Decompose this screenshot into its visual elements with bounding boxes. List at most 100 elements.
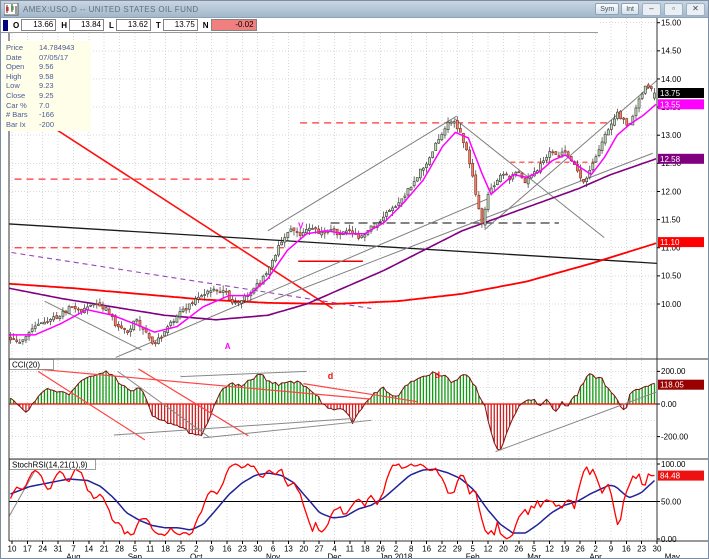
svg-text:StochRSI(14,21(1),9): StochRSI(14,21(1),9) xyxy=(12,461,88,470)
svg-text:Aug: Aug xyxy=(66,553,80,559)
quote-label-O: O xyxy=(13,21,19,30)
svg-text:CCI(20): CCI(20) xyxy=(12,361,40,370)
svg-text:May: May xyxy=(665,553,680,559)
svg-text:200.00: 200.00 xyxy=(661,367,686,376)
svg-text:Apr: Apr xyxy=(589,553,602,559)
svg-text:30: 30 xyxy=(653,545,662,554)
svg-text:31: 31 xyxy=(54,545,63,554)
info-row: Low9.23 xyxy=(6,81,88,91)
window-title: AMEX:USO,D -- UNITED STATES OIL FUND xyxy=(23,5,593,14)
info-row: Car %7.0 xyxy=(6,101,88,111)
svg-text:20: 20 xyxy=(299,545,308,554)
svg-text:Sep: Sep xyxy=(128,553,143,559)
close-button[interactable]: ✕ xyxy=(686,3,705,16)
svg-text:14: 14 xyxy=(84,545,93,554)
svg-text:10: 10 xyxy=(8,545,17,554)
svg-text:11: 11 xyxy=(346,545,355,554)
svg-text:16: 16 xyxy=(223,545,232,554)
info-label: Bar Ix xyxy=(6,120,39,130)
svg-text:Feb: Feb xyxy=(466,553,480,559)
svg-text:10.50: 10.50 xyxy=(661,272,682,281)
svg-text:9: 9 xyxy=(609,545,614,554)
info-row: Close9.25 xyxy=(6,91,88,101)
svg-text:12.58: 12.58 xyxy=(660,155,681,164)
svg-text:26: 26 xyxy=(576,545,585,554)
info-label: Open xyxy=(6,62,39,72)
cursor-info-panel: Price14.784943Date07/05/17Open9.56High9.… xyxy=(3,41,91,131)
svg-text:0.00: 0.00 xyxy=(661,535,677,544)
sym-button[interactable]: Sym xyxy=(595,3,619,15)
chart-window: AVddCCI(20)StochRSI(14,21(1),9)15.0014.5… xyxy=(0,0,709,559)
svg-text:11.10: 11.10 xyxy=(660,238,680,247)
svg-text:Jan 2018: Jan 2018 xyxy=(379,553,412,559)
svg-text:d: d xyxy=(328,371,334,381)
info-row: # Bars-166 xyxy=(6,110,88,120)
svg-text:100.00: 100.00 xyxy=(661,460,686,469)
svg-text:12: 12 xyxy=(545,545,554,554)
info-value: 9.58 xyxy=(39,72,54,82)
info-row: Price14.784943 xyxy=(6,43,88,53)
svg-text:A: A xyxy=(225,342,231,351)
quote-value-N: -0.02 xyxy=(211,19,257,31)
quote-label-H: H xyxy=(61,21,67,30)
svg-text:d: d xyxy=(435,370,441,380)
svg-text:Oct: Oct xyxy=(190,553,203,559)
svg-text:11: 11 xyxy=(146,545,155,554)
svg-text:26: 26 xyxy=(514,545,523,554)
info-label: Close xyxy=(6,91,39,101)
info-label: # Bars xyxy=(6,110,39,120)
svg-text:27: 27 xyxy=(315,545,324,554)
maximize-button[interactable]: ▫ xyxy=(664,3,683,16)
svg-text:28: 28 xyxy=(115,545,124,554)
svg-text:19: 19 xyxy=(560,545,569,554)
svg-text:17: 17 xyxy=(23,545,32,554)
info-label: Price xyxy=(6,43,39,53)
svg-text:13.75: 13.75 xyxy=(660,89,681,98)
svg-text:Dec: Dec xyxy=(327,553,341,559)
chart-svg[interactable]: AVddCCI(20)StochRSI(14,21(1),9)15.0014.5… xyxy=(1,1,709,559)
chart-app-icon xyxy=(4,3,19,16)
svg-text:22: 22 xyxy=(438,545,447,554)
svg-text:11.50: 11.50 xyxy=(661,215,681,224)
int-button[interactable]: Int xyxy=(621,3,639,15)
quote-value-T: 13.75 xyxy=(163,19,198,31)
svg-text:Mar: Mar xyxy=(527,553,541,559)
svg-text:16: 16 xyxy=(622,545,631,554)
info-value: 9.56 xyxy=(39,62,54,72)
svg-text:21: 21 xyxy=(100,545,109,554)
svg-text:10.00: 10.00 xyxy=(661,300,682,309)
svg-text:18: 18 xyxy=(161,545,170,554)
svg-text:29: 29 xyxy=(453,545,462,554)
svg-text:16: 16 xyxy=(422,545,431,554)
quote-label-T: T xyxy=(156,21,161,30)
svg-text:13: 13 xyxy=(284,545,293,554)
info-value: 07/05/17 xyxy=(39,53,68,63)
svg-text:25: 25 xyxy=(176,545,185,554)
svg-text:20: 20 xyxy=(499,545,508,554)
svg-text:0.00: 0.00 xyxy=(661,400,677,409)
info-value: 7.0 xyxy=(39,101,49,111)
quote-label-N: N xyxy=(203,21,209,30)
info-value: 9.23 xyxy=(39,81,54,91)
window-titlebar[interactable]: AMEX:USO,D -- UNITED STATES OIL FUND Sym… xyxy=(1,1,708,18)
svg-text:15.00: 15.00 xyxy=(661,19,682,28)
info-value: -200 xyxy=(39,120,54,130)
svg-text:12: 12 xyxy=(484,545,493,554)
svg-text:14.50: 14.50 xyxy=(661,47,682,56)
svg-text:18: 18 xyxy=(361,545,370,554)
svg-text:13.55: 13.55 xyxy=(660,100,681,109)
info-label: Low xyxy=(6,81,39,91)
svg-text:-200.00: -200.00 xyxy=(661,432,689,441)
svg-text:23: 23 xyxy=(238,545,247,554)
svg-text:118.05: 118.05 xyxy=(660,381,684,390)
minimize-button[interactable]: – xyxy=(642,3,661,16)
info-label: High xyxy=(6,72,39,82)
svg-text:14.00: 14.00 xyxy=(661,75,682,84)
svg-text:12.00: 12.00 xyxy=(661,187,682,196)
info-row: High9.58 xyxy=(6,72,88,82)
svg-text:13.00: 13.00 xyxy=(661,131,682,140)
info-value: -166 xyxy=(39,110,54,120)
quote-value-L: 13.62 xyxy=(116,19,151,31)
svg-text:23: 23 xyxy=(637,545,646,554)
info-row: Bar Ix-200 xyxy=(6,120,88,130)
